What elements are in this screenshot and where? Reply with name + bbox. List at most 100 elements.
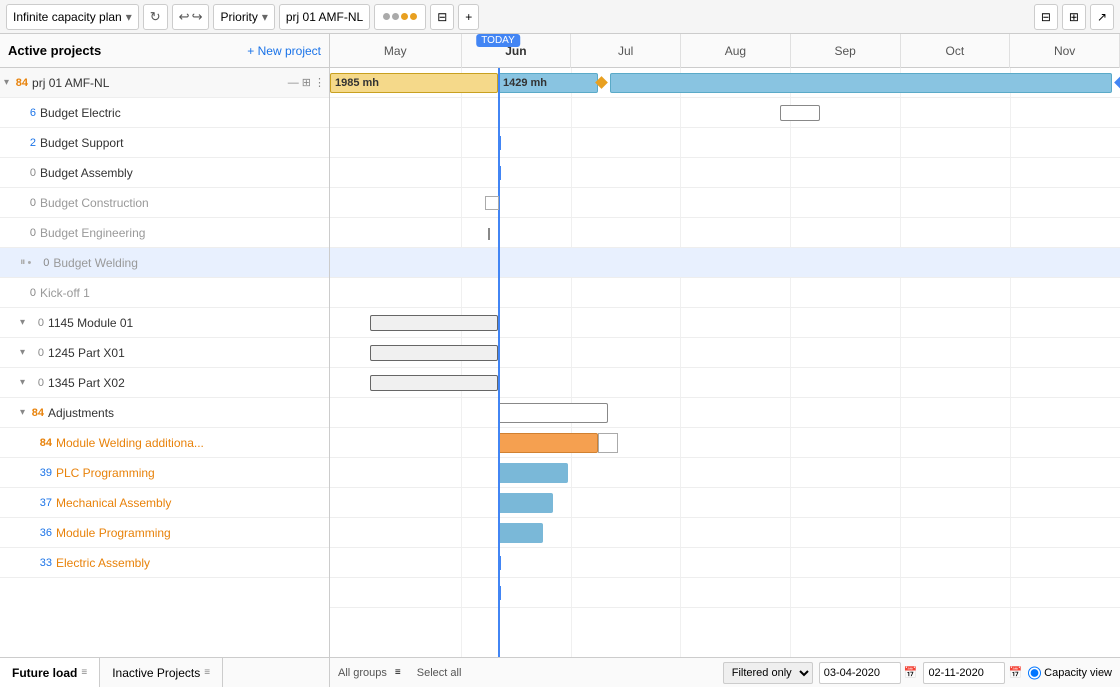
project-selector[interactable]: prj 01 AMF-NL [279, 4, 370, 30]
left-panel: Active projects + New project ▾ 84 prj 0… [0, 34, 330, 687]
pause-icon: ⏸ [20, 256, 26, 269]
gantt-row [330, 398, 1120, 428]
bar-content [370, 375, 498, 391]
table-row[interactable]: 0 Budget Engineering [0, 218, 329, 248]
table-row[interactable]: 6 Budget Electric [0, 98, 329, 128]
plan-selector[interactable]: Infinite capacity plan ▾ [6, 4, 139, 30]
dot-2 [392, 13, 399, 20]
bar-content [370, 315, 498, 331]
row-num: 36 [36, 527, 52, 539]
tab-inactive-projects[interactable]: Inactive Projects ≡ [100, 658, 223, 687]
filter-button[interactable]: ⊟ [430, 4, 454, 30]
collapse-icon[interactable]: ▾ [20, 347, 25, 358]
bar-outline-dark[interactable] [370, 345, 498, 361]
table-row[interactable]: 33 Electric Assembly [0, 548, 329, 578]
bar-wide-blue[interactable] [610, 73, 1112, 93]
filter-icon-btn[interactable]: ⊟ [1034, 4, 1058, 30]
table-row[interactable]: 36 Module Programming [0, 518, 329, 548]
bar-blue-prog[interactable] [498, 523, 543, 543]
table-row[interactable]: ▾ 84 prj 01 AMF-NL — ⊞ ⋮ [0, 68, 329, 98]
table-row[interactable]: 37 Mechanical Assembly [0, 488, 329, 518]
row-label: Budget Assembly [40, 166, 325, 180]
row-num: 0 [28, 377, 44, 389]
capacity-view-radio[interactable] [1028, 662, 1041, 684]
row-label: Budget Construction [40, 196, 325, 210]
date-from-input[interactable] [819, 662, 901, 684]
main-content: Active projects + New project ▾ 84 prj 0… [0, 34, 1120, 687]
tab-future-load-label: Future load [12, 666, 77, 680]
month-jul: Jul [571, 34, 681, 68]
export-btn[interactable]: ↗ [1090, 4, 1114, 30]
filter-select[interactable]: Filtered only [723, 662, 813, 684]
bar-blue-mech[interactable] [498, 493, 553, 513]
redo-icon: ↪ [192, 9, 203, 25]
row-label: Adjustments [48, 406, 325, 420]
tab-future-load[interactable]: Future load ≡ [0, 658, 100, 687]
table-row[interactable]: 84 Module Welding additiona... [0, 428, 329, 458]
bar-outline-dark[interactable] [370, 375, 498, 391]
table-row[interactable]: ⏸ • 0 Budget Welding [0, 248, 329, 278]
gantt-row [330, 548, 1120, 578]
table-row[interactable]: 2 Budget Support [0, 128, 329, 158]
bar-small[interactable] [780, 105, 820, 121]
plan-label: Infinite capacity plan [13, 10, 122, 24]
all-groups-icon: ≡ [395, 667, 401, 678]
add-button[interactable]: + [458, 4, 479, 30]
row-num: 39 [36, 467, 52, 479]
table-row[interactable]: ▾ 0 1145 Module 01 [0, 308, 329, 338]
row-label: PLC Programming [56, 466, 325, 480]
table-row[interactable]: ▾ 84 Adjustments [0, 398, 329, 428]
gantt-rows: 1985 mh 1429 mh [330, 68, 1120, 657]
collapse-icon[interactable]: ▾ [4, 77, 9, 88]
dot-1 [383, 13, 390, 20]
row-num: 84 [36, 437, 52, 449]
table-row[interactable]: ▾ 0 1345 Part X02 [0, 368, 329, 398]
toolbar-right: ⊟ ⊞ ↗ [1034, 4, 1114, 30]
date-to-input[interactable] [923, 662, 1005, 684]
row-label: Module Welding additiona... [56, 436, 325, 450]
minus-icon[interactable]: — [288, 77, 299, 89]
collapse-icon[interactable]: ▾ [20, 317, 25, 328]
date-to-field: 📅 [923, 662, 1022, 684]
bar-blue-plc[interactable] [498, 463, 568, 483]
project-list: ▾ 84 prj 01 AMF-NL — ⊞ ⋮ 6 Budget Electr… [0, 68, 329, 657]
today-label: TODAY [476, 34, 520, 47]
more-icon[interactable]: ⋮ [314, 76, 325, 89]
priority-selector[interactable]: Priority ▾ [213, 4, 274, 30]
refresh-button[interactable]: ↻ [143, 4, 168, 30]
table-row[interactable]: 0 Budget Assembly [0, 158, 329, 188]
select-all-label: Select all [417, 667, 462, 679]
bar-yellow[interactable]: 1985 mh [330, 73, 498, 93]
all-groups-label: All groups [338, 667, 387, 679]
status-dots[interactable] [374, 4, 426, 30]
row-label: Budget Support [40, 136, 325, 150]
table-view-btn[interactable]: ⊞ [1062, 4, 1086, 30]
table-row[interactable]: 39 PLC Programming [0, 458, 329, 488]
collapse-icon[interactable]: ▾ [20, 407, 25, 418]
bottom-bar: All groups ≡ Select all Filtered only 📅 … [330, 657, 1120, 687]
bar-outline[interactable] [498, 403, 608, 423]
bar-outline-dark[interactable] [370, 315, 498, 331]
row-label: prj 01 AMF-NL [32, 76, 284, 90]
grid-icon[interactable]: ⊞ [302, 76, 311, 89]
table-row[interactable]: ▾ 0 1245 Part X01 [0, 338, 329, 368]
collapse-icon[interactable]: ▾ [20, 377, 25, 388]
bar-blue[interactable]: 1429 mh [498, 73, 598, 93]
bar-content [498, 403, 608, 423]
row-num: 0 [28, 347, 44, 359]
gantt-row [330, 338, 1120, 368]
row-num: 33 [36, 557, 52, 569]
row-actions: — ⊞ ⋮ [288, 76, 325, 89]
row-num: 0 [20, 287, 36, 299]
bar-content [370, 345, 498, 361]
bar-outline2[interactable] [498, 433, 613, 453]
undo-redo-buttons[interactable]: ↩ ↪ [172, 4, 210, 30]
table-row[interactable]: 0 Kick-off 1 [0, 278, 329, 308]
tab-inactive-label: Inactive Projects [112, 666, 200, 680]
bar-content [498, 523, 543, 543]
table-row[interactable]: 0 Budget Construction [0, 188, 329, 218]
bar-content: 1985 mh [330, 73, 498, 93]
new-project-button[interactable]: + New project [247, 44, 321, 58]
bar-thin-extra [498, 586, 501, 600]
gantt-row: 1985 mh 1429 mh [330, 68, 1120, 98]
